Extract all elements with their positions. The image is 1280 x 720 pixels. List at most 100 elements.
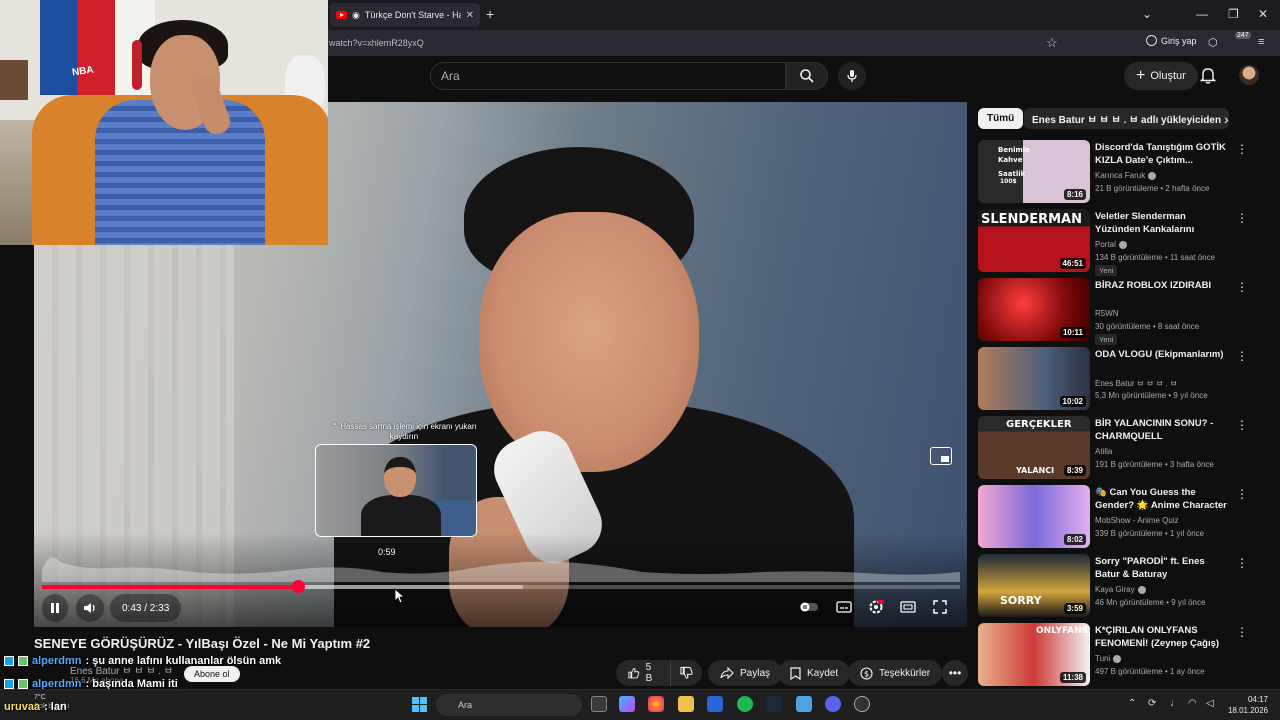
recommendation-item[interactable]: GERÇEKLER YALANCI 8:39 BİR YALANCININ SONU?…	[978, 416, 1268, 482]
recommendation-thumbnail[interactable]: 10:11	[978, 278, 1090, 341]
theater-mode-button[interactable]	[897, 598, 919, 616]
recommendation-channel[interactable]: Enes Batur ㅂ ㅂ ㅂ . ㅂ	[1095, 378, 1177, 389]
bookmark-star-icon[interactable]: ☆	[1046, 35, 1058, 51]
taskbar-clock[interactable]: 04:17 18.01.2026	[1226, 694, 1268, 716]
copilot-icon[interactable]	[619, 696, 635, 712]
minimize-icon[interactable]: —	[1196, 7, 1208, 21]
recommendation-title[interactable]: BİR YALANCININ SONU? - CHARMQUELL	[1095, 417, 1230, 443]
settings-button[interactable]	[865, 598, 887, 616]
recommendation-thumbnail[interactable]: ONLYFANS 11:38	[978, 623, 1090, 686]
video-duration-badge: 3:59	[1063, 603, 1086, 614]
recommendation-channel[interactable]: MobShow - Anime Quiz	[1095, 516, 1179, 525]
progress-bar[interactable]	[42, 580, 960, 593]
more-vertical-icon[interactable]: ⋮	[1236, 625, 1248, 639]
extensions-icon[interactable]: ⬡	[1208, 36, 1218, 49]
thanks-button[interactable]: $ Teşekkürler	[848, 660, 943, 686]
menu-icon[interactable]: ≡	[1258, 36, 1264, 48]
discord-icon[interactable]	[825, 696, 841, 712]
recommendation-title[interactable]: ODA VLOGU (Ekipmanlarım)	[1095, 348, 1230, 361]
tray-chevron-up-icon[interactable]: ⌃	[1128, 698, 1136, 709]
user-avatar[interactable]	[1239, 65, 1259, 85]
recommendation-item[interactable]: ONLYFANS 11:38 K*ÇIRILAN ONLYFANS FENOMENİ…	[978, 623, 1268, 689]
browser-tab[interactable]: ◉ Türkçe Don't Starve - Hayat ✕	[330, 3, 480, 27]
chips-next-chevron-icon[interactable]: ›	[1224, 111, 1229, 127]
subscribe-button[interactable]: Abone ol	[184, 666, 240, 682]
more-vertical-icon[interactable]: ⋮	[1236, 418, 1248, 432]
taskbar-search[interactable]: Ara	[436, 694, 582, 716]
like-button[interactable]: 5 B	[616, 660, 670, 686]
recommendation-title[interactable]: Discord'da Tanıştığım GOTİK KIZLA Date'e…	[1095, 141, 1230, 167]
recommendation-meta: 21 B görüntüleme • 2 hafta önce	[1095, 184, 1210, 193]
chip-all[interactable]: Tümü	[978, 108, 1024, 129]
recommendation-channel[interactable]: Tuni	[1095, 654, 1122, 663]
tray-volume-icon[interactable]: ◁	[1206, 698, 1214, 709]
close-window-icon[interactable]: ✕	[1258, 7, 1268, 21]
recommendation-title[interactable]: Sorry "PARODİ" ft. Enes Batur & Baturay	[1095, 555, 1230, 581]
thumbnail-text: 100$	[1000, 178, 1017, 185]
miniplayer-icon[interactable]	[930, 447, 952, 465]
recommendation-title[interactable]: BİRAZ ROBLOX IZDIRABI	[1095, 279, 1230, 292]
recommendation-item[interactable]: 10:02 ODA VLOGU (Ekipmanlarım) Enes Batur …	[978, 347, 1268, 413]
steam-icon[interactable]	[766, 696, 782, 712]
recommendation-item[interactable]: Benimle Kahve Saatlik 100$ 8:16 Discord'da Ta…	[978, 140, 1268, 206]
recommendation-channel[interactable]: Atilla	[1095, 447, 1112, 456]
windows-start-icon[interactable]	[412, 697, 427, 712]
tray-mic-icon[interactable]: ♩	[1170, 698, 1180, 709]
search-button[interactable]	[786, 62, 828, 90]
restore-icon[interactable]: ❐	[1228, 7, 1239, 21]
microsoft-store-icon[interactable]	[707, 696, 723, 712]
obs-icon[interactable]	[854, 696, 870, 712]
more-vertical-icon[interactable]: ⋮	[1236, 349, 1248, 363]
recommendation-thumbnail[interactable]: 10:02	[978, 347, 1090, 410]
recommendation-title[interactable]: K*ÇIRILAN ONLYFANS FENOMENİ! (Zeynep Çağ…	[1095, 624, 1230, 650]
recommendation-channel[interactable]: Portal	[1095, 240, 1127, 249]
subtitles-button[interactable]	[833, 598, 855, 616]
tray-wifi-icon[interactable]: ◠	[1188, 698, 1197, 709]
recommendation-item[interactable]: SORRY 3:59 Sorry "PARODİ" ft. Enes Batur &…	[978, 554, 1268, 620]
recommendation-thumbnail[interactable]: GERÇEKLER YALANCI 8:39	[978, 416, 1090, 479]
voice-search-button[interactable]	[838, 62, 866, 90]
recommendation-meta: 191 B görüntüleme • 3 hafta önce	[1095, 460, 1214, 469]
dislike-button[interactable]	[670, 660, 702, 686]
save-button[interactable]: Kaydet	[778, 660, 851, 686]
recommendation-channel[interactable]: R5WN	[1095, 309, 1119, 318]
recommendation-thumbnail[interactable]: SORRY 3:59	[978, 554, 1090, 617]
tray-network-icon[interactable]: ⟳	[1148, 698, 1156, 709]
volume-button[interactable]	[76, 594, 104, 622]
more-vertical-icon[interactable]: ⋮	[1236, 211, 1248, 225]
recommendation-item[interactable]: 10:11 BİRAZ ROBLOX IZDIRABI R5WN 30 görüntü…	[978, 278, 1268, 345]
file-explorer-icon[interactable]	[678, 696, 694, 712]
thumbnail-text: Kahve	[998, 156, 1023, 164]
recommendation-channel[interactable]: Kaya Giray	[1095, 585, 1146, 594]
recommendation-item[interactable]: 8:02 🎭 Can You Guess the Gender? 🌟 Anime …	[978, 485, 1268, 551]
fullscreen-button[interactable]	[929, 598, 951, 616]
tab-list-chevron-icon[interactable]: ⌄	[1142, 7, 1152, 21]
more-vertical-icon[interactable]: ⋮	[1236, 487, 1248, 501]
recommendation-title[interactable]: Veletler Slenderman Yüzünden Kankalarını…	[1095, 210, 1230, 236]
more-vertical-icon[interactable]: ⋮	[1236, 142, 1248, 156]
tab-close-icon[interactable]: ✕	[466, 10, 474, 21]
notepad-icon[interactable]	[796, 696, 812, 712]
address-bar[interactable]: watch?v=xhlemR28yxQ	[326, 33, 1066, 53]
recommendation-thumbnail[interactable]: Benimle Kahve Saatlik 100$ 8:16	[978, 140, 1090, 203]
new-tab-icon[interactable]: +	[486, 6, 494, 22]
task-view-icon[interactable]	[591, 696, 607, 712]
create-button[interactable]: + Oluştur	[1124, 62, 1198, 90]
sign-in-button[interactable]: Giriş yap	[1146, 35, 1197, 46]
recommendation-channel[interactable]: Karınca Faruk	[1095, 171, 1157, 180]
notifications-bell-icon[interactable]	[1200, 66, 1216, 84]
recommendation-thumbnail[interactable]: SLENDERMAN 46:51	[978, 209, 1090, 272]
recommendation-item[interactable]: SLENDERMAN 46:51 Veletler Slenderman Yüzün…	[978, 209, 1268, 276]
firefox-icon[interactable]	[648, 696, 664, 712]
more-vertical-icon[interactable]: ⋮	[1236, 556, 1248, 570]
recommendation-title[interactable]: 🎭 Can You Guess the Gender? 🌟 Anime Char…	[1095, 486, 1230, 512]
more-actions-button[interactable]: •••	[942, 660, 968, 686]
spotify-icon[interactable]	[737, 696, 753, 712]
share-button[interactable]: Paylaş	[708, 660, 783, 686]
autoplay-toggle[interactable]	[798, 598, 820, 616]
play-pause-button[interactable]	[42, 594, 68, 622]
chip-from-uploader[interactable]: Enes Batur ㅂ ㅂ ㅂ . ㅂ adlı yükleyiciden	[1024, 108, 1230, 129]
search-input[interactable]: Ara	[430, 62, 786, 90]
recommendation-thumbnail[interactable]: 8:02	[978, 485, 1090, 548]
more-vertical-icon[interactable]: ⋮	[1236, 280, 1248, 294]
